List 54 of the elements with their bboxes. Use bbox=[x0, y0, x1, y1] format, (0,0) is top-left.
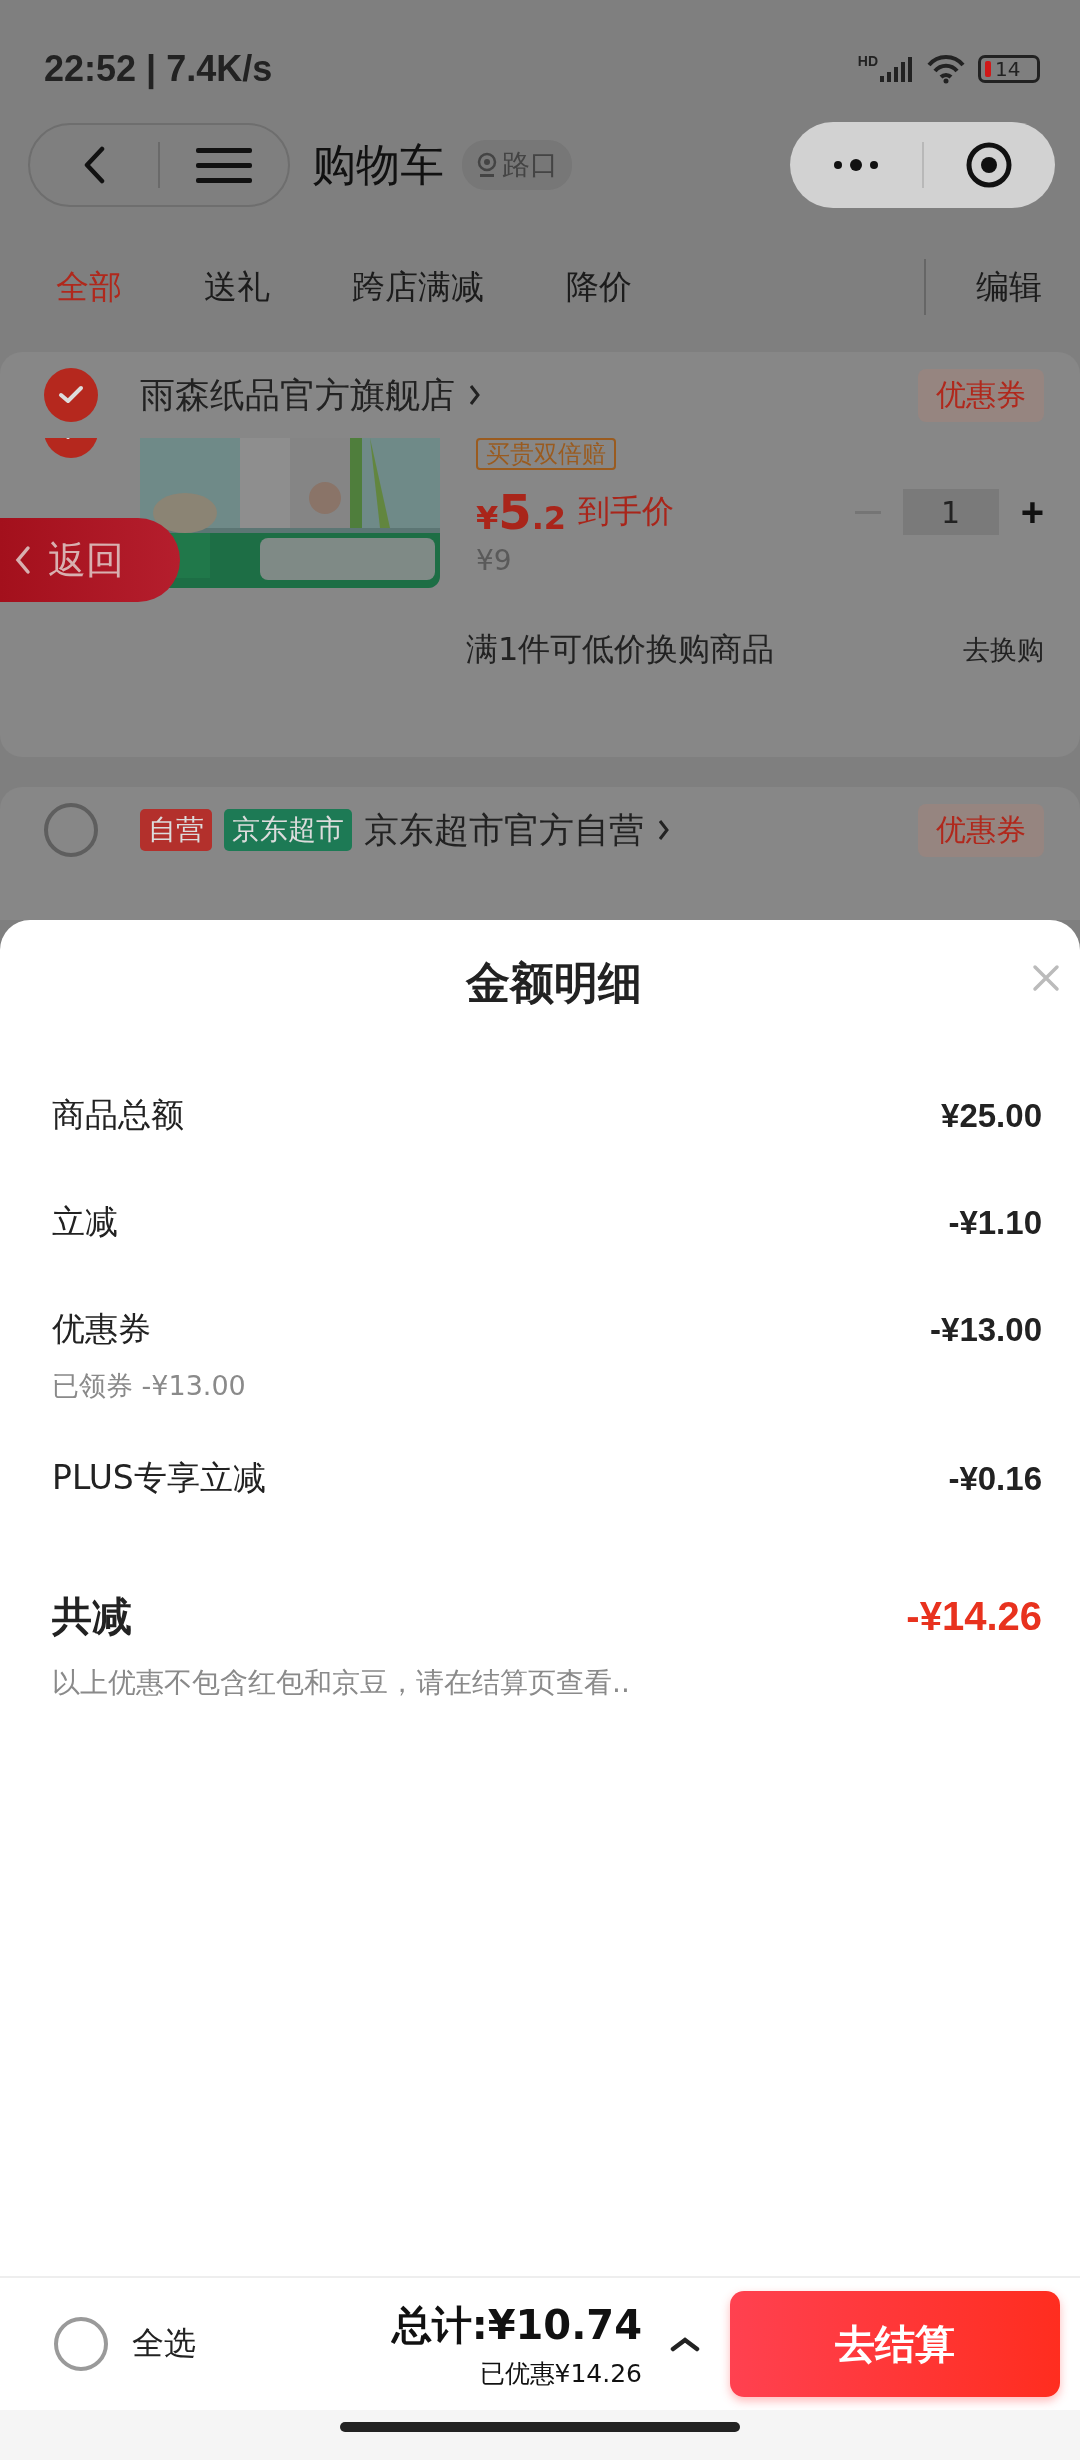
checkbox[interactable] bbox=[44, 803, 98, 857]
filter-tab[interactable]: 送礼 bbox=[204, 264, 270, 310]
network-type: HD bbox=[857, 53, 878, 69]
total-discount-value: -¥14.26 bbox=[906, 1594, 1042, 1639]
exchange-link[interactable]: 去换购 bbox=[963, 632, 1044, 668]
page-title: 购物车 bbox=[312, 137, 444, 192]
back-icon bbox=[82, 146, 106, 184]
promo-text: 满1件可低价换购商品 bbox=[466, 629, 775, 670]
checkout-button[interactable]: 去结算 bbox=[730, 2291, 1060, 2397]
wifi-icon bbox=[926, 53, 966, 85]
select-all-checkbox[interactable] bbox=[54, 2317, 108, 2371]
store-badge: 京东超市 bbox=[224, 809, 352, 851]
back-icon bbox=[14, 545, 32, 575]
battery-level-indicator bbox=[985, 61, 991, 77]
location-pin-icon bbox=[476, 152, 498, 178]
filter-tab[interactable]: 跨店满减 bbox=[352, 264, 484, 310]
edit-button[interactable]: 编辑 bbox=[926, 264, 1080, 310]
amount-label: 商品总额 bbox=[52, 1094, 184, 1136]
filter-tab[interactable]: 降价 bbox=[566, 264, 632, 310]
total-price: 总计:¥10.74 bbox=[391, 2301, 642, 2350]
signal-icon bbox=[878, 54, 914, 84]
sheet-title: 金额明细 bbox=[464, 956, 642, 1010]
target-icon bbox=[965, 141, 1014, 189]
store-name[interactable]: 雨森纸品官方旗舰店 bbox=[140, 371, 455, 419]
increase-button[interactable]: + bbox=[1020, 489, 1044, 535]
battery-level: 14 bbox=[995, 57, 1021, 81]
close-icon bbox=[1032, 964, 1060, 992]
back-float-button[interactable]: 返回 bbox=[0, 518, 180, 602]
select-all-label: 全选 bbox=[132, 2323, 196, 2364]
amount-label: PLUS专享立减 bbox=[52, 1457, 266, 1499]
amount-value: -¥13.00 bbox=[930, 1310, 1042, 1349]
amount-value: ¥25.00 bbox=[941, 1096, 1042, 1135]
more-icon bbox=[832, 157, 879, 173]
saved-amount: 已优惠¥14.26 bbox=[479, 2358, 642, 2390]
store-name[interactable]: 京东超市官方自营 bbox=[364, 806, 644, 854]
amount-label: 优惠券 bbox=[52, 1308, 151, 1350]
price-note: 到手价 bbox=[578, 491, 675, 532]
quantity-field[interactable]: 1 bbox=[902, 489, 999, 535]
discount-note: 以上优惠不包含红包和京豆，请在结算页查看.. bbox=[52, 1665, 631, 1701]
guarantee-tag: 买贵双倍赔 bbox=[476, 438, 616, 470]
item-price: ¥5.2 bbox=[476, 484, 567, 540]
chevron-right-icon bbox=[658, 819, 670, 841]
caret-up-icon[interactable] bbox=[670, 2335, 700, 2353]
chevron-right-icon bbox=[469, 384, 481, 406]
amount-value: -¥0.16 bbox=[948, 1459, 1042, 1498]
coupon-detail: 已领券 -¥13.00 bbox=[52, 1369, 247, 1403]
status-time: 22:52 | 7.4K/s bbox=[44, 48, 273, 90]
menu-icon bbox=[196, 145, 252, 185]
amount-value: -¥1.10 bbox=[948, 1203, 1042, 1242]
amount-label: 立减 bbox=[52, 1201, 118, 1243]
check-icon bbox=[58, 384, 84, 406]
total-discount-label: 共减 bbox=[52, 1592, 132, 1641]
store-badge: 自营 bbox=[140, 809, 212, 851]
checkbox[interactable] bbox=[44, 368, 98, 422]
